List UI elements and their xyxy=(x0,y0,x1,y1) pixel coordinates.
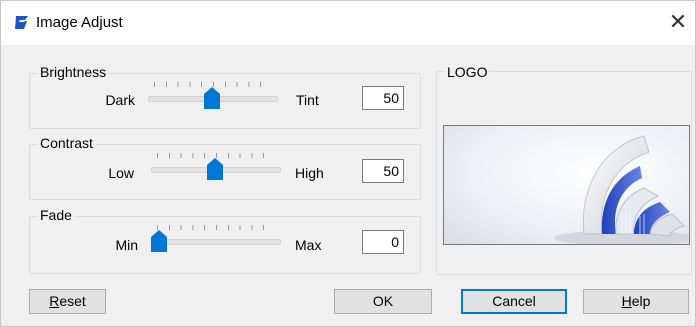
reset-button[interactable]: Reset xyxy=(29,289,106,314)
contrast-value-field[interactable]: 50 xyxy=(362,159,404,183)
image-adjust-dialog: Image Adjust ✕ Brightness Dark Tint 50 C… xyxy=(0,0,696,327)
cancel-label: Cancel xyxy=(492,293,536,309)
help-button[interactable]: Help xyxy=(583,289,689,314)
logo-group-label: LOGO xyxy=(445,64,490,80)
fade-max-label: Max xyxy=(295,237,322,253)
fade-min-label: Min xyxy=(115,237,138,253)
contrast-group-label: Contrast xyxy=(38,135,95,151)
fade-value-field[interactable]: 0 xyxy=(362,230,404,254)
brightness-max-label: Tint xyxy=(296,92,319,108)
fade-slider[interactable] xyxy=(151,223,281,253)
cancel-button[interactable]: Cancel xyxy=(461,289,567,314)
logo-sculpture-graphic xyxy=(554,135,689,244)
brightness-group-label: Brightness xyxy=(38,64,109,80)
reset-mnemonic: R xyxy=(49,293,60,309)
help-mnemonic: H xyxy=(621,293,632,309)
brightness-min-label: Dark xyxy=(105,92,135,108)
contrast-min-label: Low xyxy=(108,165,134,181)
fade-group-label: Fade xyxy=(38,207,74,223)
logo-preview-image xyxy=(443,125,690,245)
contrast-slider[interactable] xyxy=(151,151,281,181)
ok-button[interactable]: OK xyxy=(334,289,432,314)
dialog-title: Image Adjust xyxy=(36,14,123,31)
close-icon: ✕ xyxy=(668,9,688,34)
slider-ticks xyxy=(157,225,275,230)
contrast-max-label: High xyxy=(295,165,324,181)
reset-label-rest: eset xyxy=(59,293,86,309)
title-bar: Image Adjust ✕ xyxy=(1,1,695,45)
app-logo-icon xyxy=(14,15,29,30)
brightness-value-field[interactable]: 50 xyxy=(362,86,404,110)
close-button[interactable]: ✕ xyxy=(665,11,691,35)
brightness-slider[interactable] xyxy=(148,80,278,110)
slider-track xyxy=(151,239,281,245)
help-label-rest: elp xyxy=(631,293,651,309)
ok-label: OK xyxy=(372,293,394,309)
